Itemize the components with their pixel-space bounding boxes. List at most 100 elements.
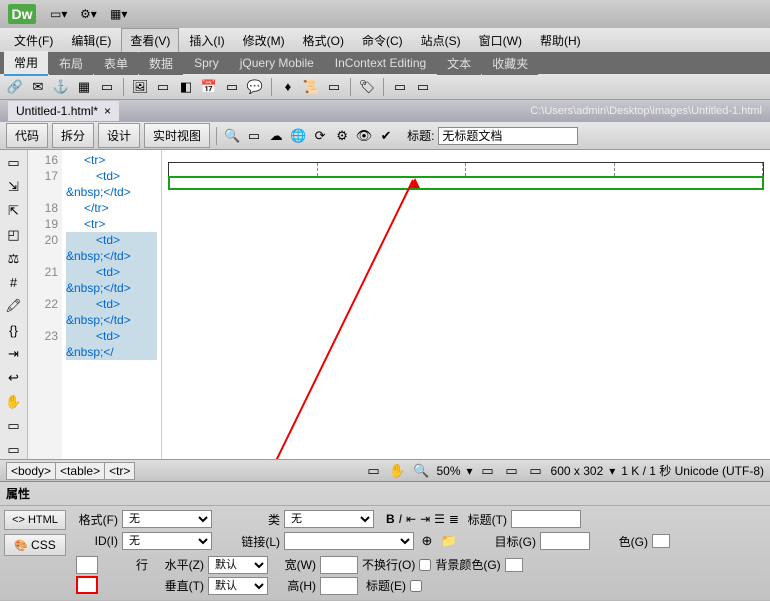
select-tool-icon[interactable]: ▭ [364,462,382,480]
script-icon[interactable]: 📜 [302,78,320,96]
media-icon[interactable]: ▭ [154,78,172,96]
tag-chooser-icon[interactable]: 🏷 [358,78,376,96]
linenum-icon[interactable]: # [5,274,23,292]
div-icon[interactable]: ▭ [98,78,116,96]
target-input[interactable] [540,532,590,550]
hyperlink-icon[interactable]: 🔗 [6,78,24,96]
link-select[interactable] [284,532,414,550]
tablet-icon[interactable]: ▭ [527,462,545,480]
bgcolor-swatch[interactable] [505,558,523,572]
hand-icon[interactable]: ✋ [5,393,23,411]
id-select[interactable]: 无 [122,532,212,550]
nowrap-checkbox[interactable] [419,559,431,571]
tab-text[interactable]: 文本 [437,52,481,75]
format-icon[interactable]: ▭ [5,417,23,435]
browser-icon[interactable]: 🌐 [289,127,307,145]
menu-insert[interactable]: 插入(I) [181,29,232,52]
date-icon[interactable]: 📅 [200,78,218,96]
outdent-icon[interactable]: ⇤ [406,512,416,526]
check-icon[interactable]: ✔ [377,127,395,145]
more-icon[interactable]: ▭ [391,78,409,96]
head-icon[interactable]: ♦ [279,78,297,96]
ssi-icon[interactable]: ▭ [223,78,241,96]
format-select[interactable]: 无 [122,510,212,528]
tab-spry[interactable]: Spry [184,53,229,73]
inspect-icon[interactable]: 🔍 [223,127,241,145]
zoom-tool-icon[interactable]: 🔍 [412,462,430,480]
tag-selector[interactable]: <body><table><tr> [6,464,134,478]
indent-icon[interactable]: ⇥ [420,512,430,526]
tab-data[interactable]: 数据 [139,52,183,75]
merge-cells-icon[interactable] [76,556,98,574]
menu-help[interactable]: 帮助(H) [532,29,589,52]
tab-forms[interactable]: 表单 [94,52,138,75]
highlight-icon[interactable]: 🖍 [5,298,23,316]
tab-common[interactable]: 常用 [4,51,48,76]
hand-tool-icon[interactable]: ✋ [388,462,406,480]
view-code-button[interactable]: 代码 [6,123,48,148]
menu-format[interactable]: 格式(O) [295,29,352,52]
collapse-icon[interactable]: ⇲ [5,178,23,196]
view-split-button[interactable]: 拆分 [52,123,94,148]
menu-commands[interactable]: 命令(C) [354,29,411,52]
page-title-input[interactable] [438,127,578,145]
visual-icon[interactable]: 👁 [355,127,373,145]
livecode-icon[interactable]: ▭ [245,127,263,145]
width-input[interactable] [320,556,358,574]
point-to-file-icon[interactable]: ⊕ [418,532,436,550]
table-icon[interactable]: ▦ [75,78,93,96]
wrap-icon[interactable]: ↩ [5,369,23,387]
bold-icon[interactable]: B [386,512,395,526]
open-docs-icon[interactable]: ▭ [5,154,23,172]
layout-dropdown-icon[interactable]: ▭▾ [50,7,66,21]
view-live-button[interactable]: 实时视图 [144,123,210,148]
html-mode-button[interactable]: <> HTML [4,510,66,530]
tab-layout[interactable]: 布局 [49,52,93,75]
ul-icon[interactable]: ☰ [434,512,445,526]
code-pane[interactable]: <tr> <td> &nbsp;</td> </tr> <tr> <td> &n… [62,150,162,459]
view-design-button[interactable]: 设计 [98,123,140,148]
ol-icon[interactable]: ≣ [449,512,459,526]
menu-modify[interactable]: 修改(M) [235,29,293,52]
class-select[interactable]: 无 [284,510,374,528]
extension-icon[interactable]: ▦▾ [110,7,126,21]
height-input[interactable] [320,577,358,595]
title-input[interactable] [511,510,581,528]
dimensions[interactable]: 600 x 302 [551,464,604,478]
header-checkbox[interactable] [410,580,422,592]
server-icon[interactable]: ☁ [267,127,285,145]
select-parent-icon[interactable]: ◰ [5,226,23,244]
menu-edit[interactable]: 编辑(E) [63,29,119,52]
properties-header[interactable]: 属性 [0,482,770,506]
zoom-value[interactable]: 50% [436,464,460,478]
color-swatch[interactable] [652,534,670,548]
tab-fav[interactable]: 收藏夹 [482,52,538,75]
italic-icon[interactable]: I [399,512,402,526]
menu-site[interactable]: 站点(S) [413,29,469,52]
anchor-icon[interactable]: ⚓ [52,78,70,96]
balance-icon[interactable]: ⚖ [5,250,23,268]
close-icon[interactable]: × [104,104,111,118]
menu-view[interactable]: 查看(V) [121,28,179,53]
comment-icon[interactable]: 💬 [246,78,264,96]
browse-icon[interactable]: 📁 [440,532,458,550]
widget-icon[interactable]: ◧ [177,78,195,96]
file-tab[interactable]: Untitled-1.html* × [8,101,119,121]
menu-file[interactable]: 文件(F) [6,29,61,52]
horz-select[interactable]: 默认 [208,556,268,574]
recent-icon[interactable]: ▭ [5,441,23,459]
css-mode-button[interactable]: 🎨 CSS [4,534,66,556]
sync-icon[interactable]: ⚙▾ [80,7,96,21]
split-cell-icon[interactable] [76,576,98,594]
syntax-icon[interactable]: {} [5,321,23,339]
template-icon[interactable]: ▭ [325,78,343,96]
opts-icon[interactable]: ⚙ [333,127,351,145]
vert-select[interactable]: 默认 [208,577,268,595]
design-pane[interactable] [162,150,770,459]
menu-window[interactable]: 窗口(W) [471,29,530,52]
tab-jquery[interactable]: jQuery Mobile [230,53,324,73]
window-size-icon[interactable]: ▭ [479,462,497,480]
tab-ice[interactable]: InContext Editing [325,53,436,73]
image-icon[interactable]: 🖼 [131,78,149,96]
email-icon[interactable]: ✉ [29,78,47,96]
